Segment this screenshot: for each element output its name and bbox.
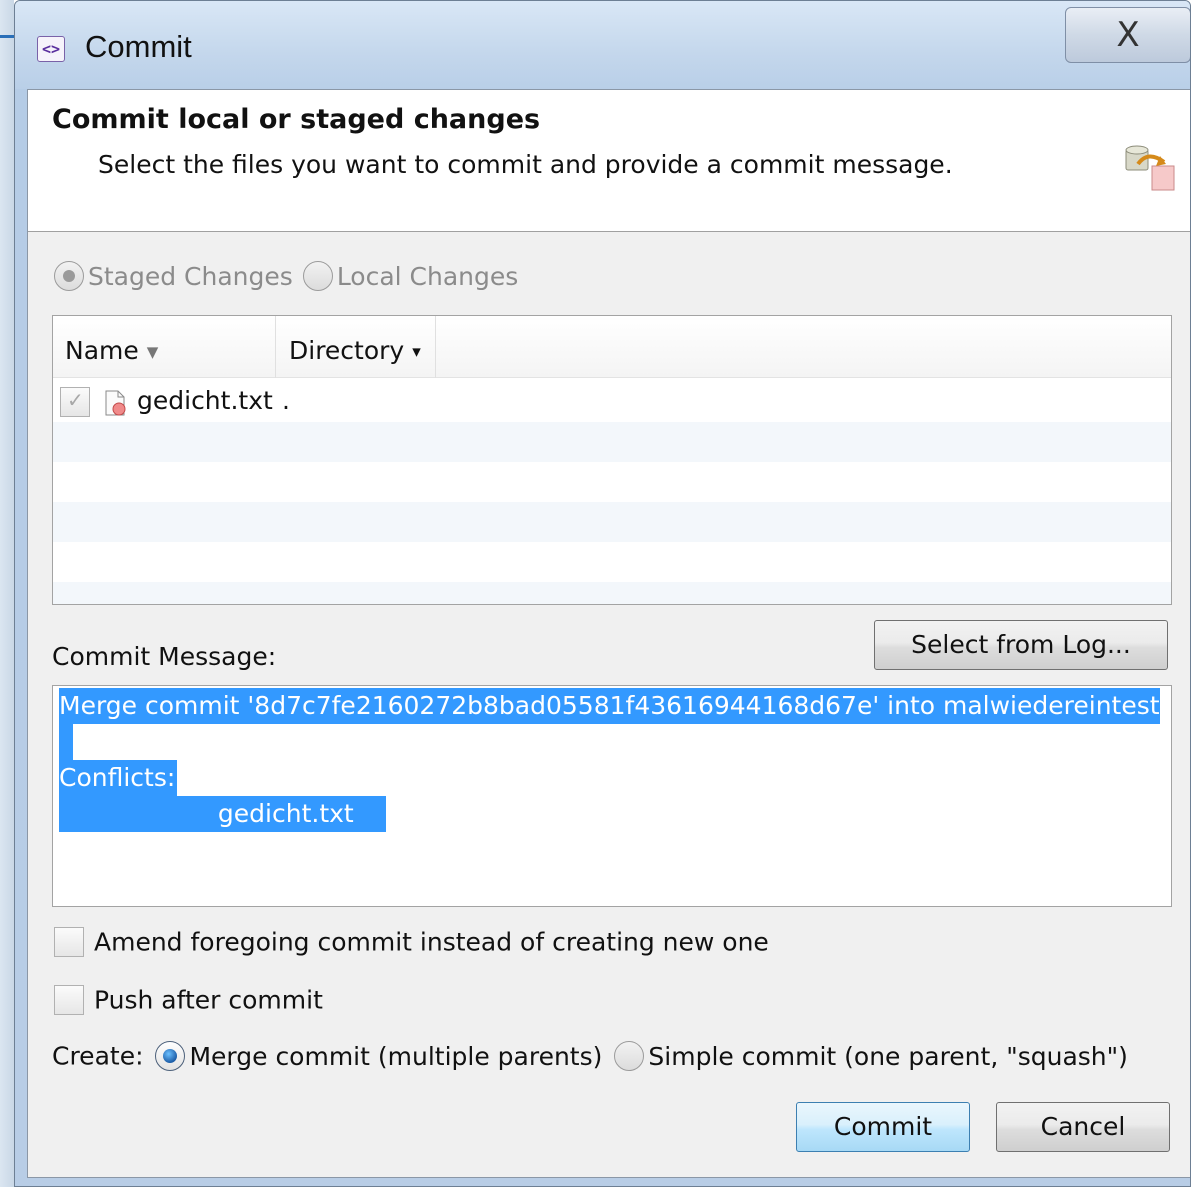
commit-header-icon bbox=[1125, 145, 1175, 191]
close-button[interactable]: X bbox=[1065, 7, 1190, 63]
column-name-label: Name bbox=[65, 336, 139, 365]
background-app-strip bbox=[0, 0, 30, 1187]
window-title: Commit bbox=[85, 29, 192, 64]
empty-row bbox=[53, 502, 1171, 542]
staged-changes-radio[interactable] bbox=[54, 261, 84, 291]
dialog-client-area: Commit local or staged changes Select th… bbox=[27, 89, 1190, 1178]
empty-row bbox=[53, 422, 1171, 462]
files-table: Name ▼ Directory ▾ gedicht.txt . bbox=[52, 315, 1172, 605]
header-description: Select the files you want to commit and … bbox=[98, 150, 953, 179]
commit-message-line: Conflicts: bbox=[59, 760, 177, 796]
simple-commit-radio[interactable] bbox=[614, 1041, 645, 1071]
changes-mode-group: Staged Changes Local Changes bbox=[54, 260, 528, 300]
column-header-name[interactable]: Name ▼ bbox=[53, 316, 276, 378]
column-header-directory[interactable]: Directory ▾ bbox=[276, 316, 436, 378]
local-changes-label: Local Changes bbox=[336, 261, 519, 291]
empty-row bbox=[53, 542, 1171, 582]
empty-row bbox=[53, 462, 1171, 502]
dialog-header: Commit local or staged changes Select th… bbox=[28, 90, 1190, 232]
push-checkbox[interactable] bbox=[54, 985, 84, 1015]
window-app-icon: <> bbox=[37, 36, 65, 62]
push-label: Push after commit bbox=[94, 985, 323, 1015]
sort-arrow-icon: ▾ bbox=[412, 342, 421, 362]
commit-dialog: <> Commit X Commit local or staged chang… bbox=[14, 0, 1191, 1187]
amend-option[interactable]: Amend foregoing commit instead of creati… bbox=[54, 926, 769, 957]
title-bar[interactable]: <> Commit X bbox=[15, 1, 1190, 89]
file-name: gedicht.txt bbox=[137, 386, 273, 415]
push-option[interactable]: Push after commit bbox=[54, 984, 323, 1015]
merge-commit-label: Merge commit (multiple parents) bbox=[189, 1041, 603, 1071]
merge-commit-radio[interactable] bbox=[155, 1041, 186, 1071]
column-directory-label: Directory bbox=[289, 336, 405, 365]
empty-row bbox=[53, 582, 1171, 604]
create-label: Create: bbox=[52, 1041, 144, 1071]
select-from-log-button[interactable]: Select from Log... bbox=[874, 620, 1168, 670]
cancel-button[interactable]: Cancel bbox=[996, 1102, 1170, 1152]
sort-arrow-icon: ▼ bbox=[146, 343, 159, 361]
commit-message-textarea[interactable]: Merge commit '8d7c7fe2160272b8bad05581f4… bbox=[52, 685, 1172, 907]
create-mode-group: Create: Merge commit (multiple parents) S… bbox=[52, 1040, 1138, 1071]
file-checkbox[interactable] bbox=[60, 387, 90, 417]
files-table-header: Name ▼ Directory ▾ bbox=[53, 316, 1171, 378]
conflict-file-icon bbox=[105, 390, 126, 416]
amend-label: Amend foregoing commit instead of creati… bbox=[94, 927, 769, 957]
commit-message-label: Commit Message: bbox=[52, 642, 277, 671]
amend-checkbox[interactable] bbox=[54, 927, 84, 957]
local-changes-radio[interactable] bbox=[302, 261, 333, 291]
file-directory: . bbox=[282, 386, 290, 415]
commit-message-line bbox=[59, 724, 73, 760]
commit-message-line: Merge commit '8d7c7fe2160272b8bad05581f4… bbox=[59, 688, 1160, 724]
simple-commit-label: Simple commit (one parent, "squash") bbox=[648, 1041, 1128, 1071]
commit-message-line: gedicht.txt bbox=[59, 796, 386, 832]
commit-button[interactable]: Commit bbox=[796, 1102, 970, 1152]
header-title: Commit local or staged changes bbox=[52, 104, 541, 135]
table-row[interactable]: gedicht.txt . bbox=[53, 382, 1171, 422]
staged-changes-label: Staged Changes bbox=[88, 261, 293, 291]
